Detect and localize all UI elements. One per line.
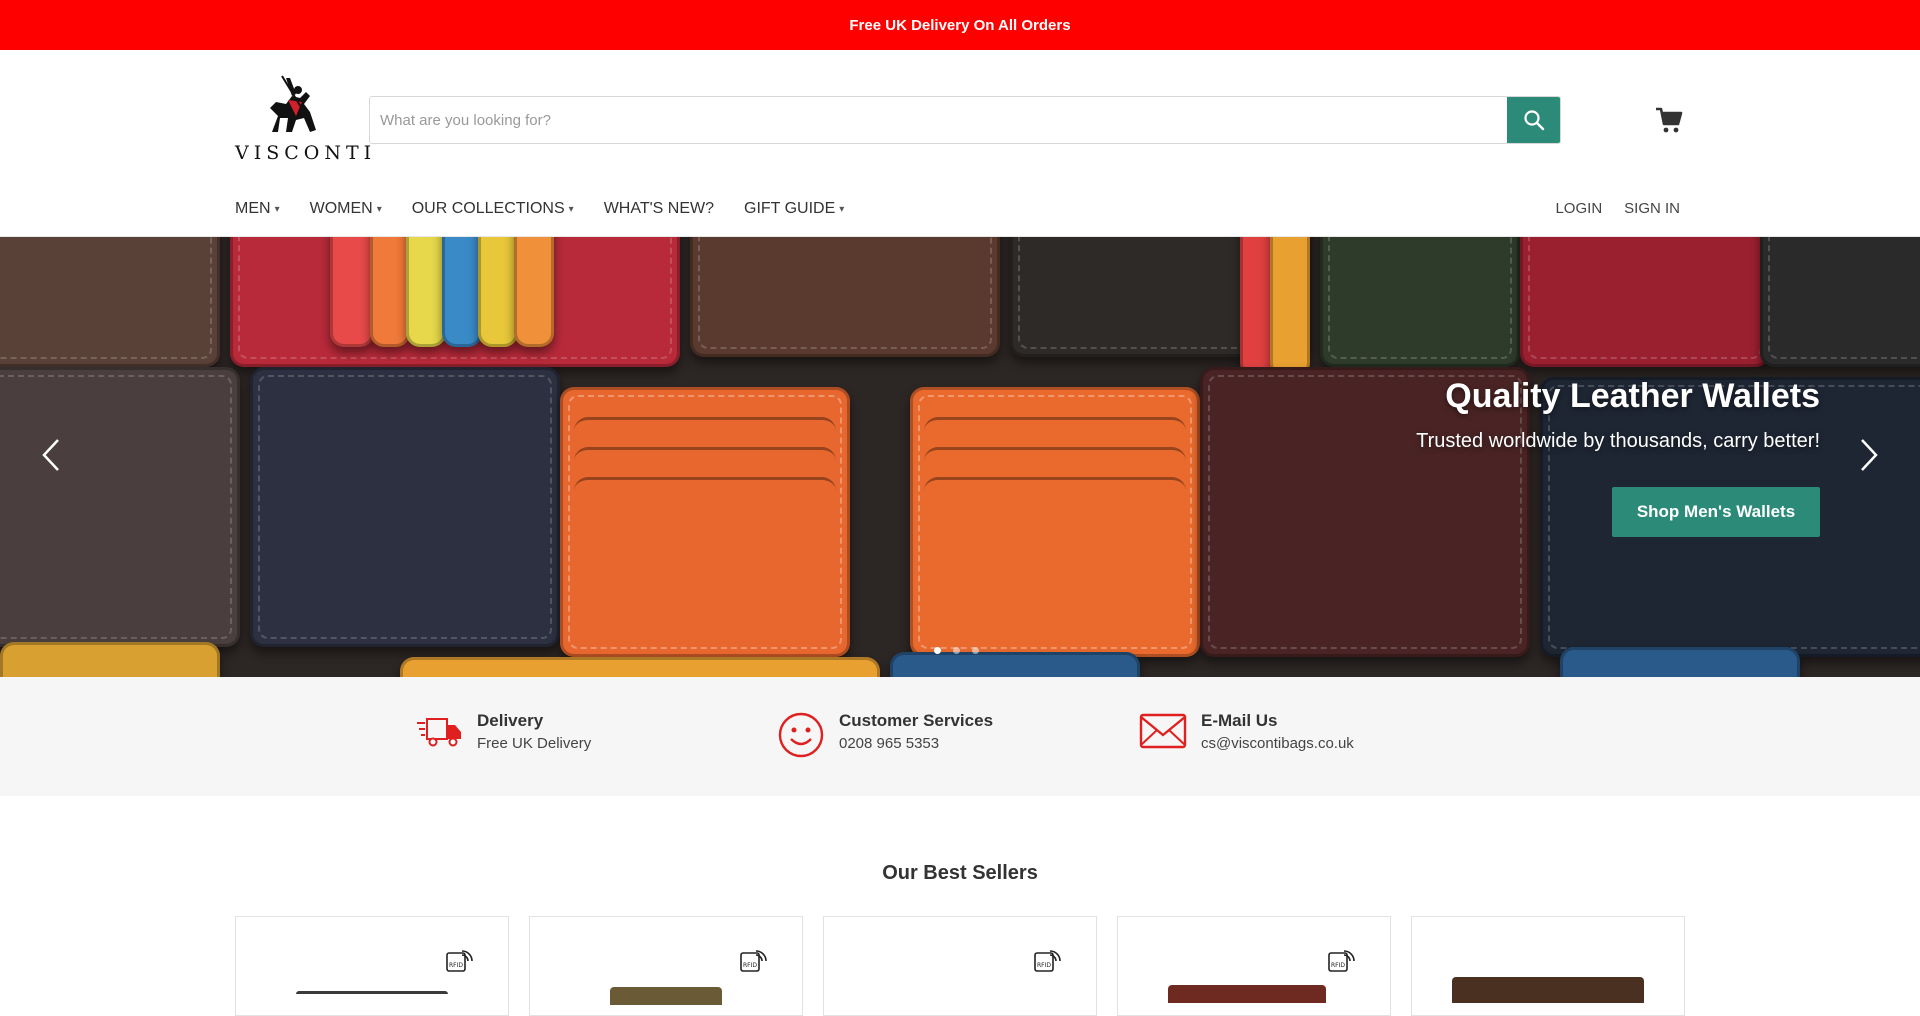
feature-email: E-Mail Us cs@viscontibags.co.uk — [1139, 711, 1354, 752]
rfid-icon: RFID — [446, 950, 473, 972]
rfid-icon: RFID — [740, 950, 767, 972]
product-card[interactable]: RFID — [529, 916, 803, 1016]
hero-image — [400, 657, 880, 677]
hero-image — [478, 237, 518, 347]
hero-image — [370, 237, 410, 347]
product-image — [1168, 985, 1326, 1003]
product-image — [1452, 977, 1644, 1003]
chevron-left-icon — [42, 439, 59, 471]
hero-image — [1520, 237, 1770, 367]
site-header: VISCONTI MEN ▾ WOMEN ▾ OUR COLLECTIONS — [0, 50, 1920, 237]
product-card[interactable] — [1411, 916, 1685, 1016]
logo[interactable]: VISCONTI — [235, 72, 377, 172]
hero-image — [514, 237, 554, 347]
nav-item-label: GIFT GUIDE — [744, 200, 836, 217]
chevron-down-icon: ▾ — [839, 203, 845, 215]
nav-item-women[interactable]: WOMEN ▾ — [310, 200, 382, 218]
search-button[interactable] — [1507, 97, 1560, 143]
hero-title: Quality Leather Wallets — [1445, 377, 1820, 415]
chevron-down-icon: ▾ — [568, 203, 574, 215]
search-icon — [1523, 110, 1544, 131]
rfid-icon: RFID — [1034, 950, 1061, 972]
hero-image — [1320, 237, 1520, 367]
feature-subtitle: Free UK Delivery — [477, 735, 592, 752]
nav-item-label: MEN — [235, 200, 271, 217]
rfid-icon: RFID — [1328, 950, 1355, 972]
signin-link[interactable]: SIGN IN — [1624, 200, 1680, 217]
feature-subtitle: 0208 965 5353 — [839, 735, 940, 752]
knight-logo-icon — [270, 75, 316, 132]
delivery-truck-icon — [417, 718, 461, 747]
announcement-text: Free UK Delivery On All Orders — [849, 16, 1071, 34]
hero-image — [0, 237, 220, 367]
hero-image — [330, 237, 374, 347]
smiley-icon — [778, 712, 824, 758]
slide-indicators — [934, 647, 979, 654]
hero-image — [560, 387, 850, 657]
slide-dot[interactable] — [953, 647, 960, 654]
feature-title: Customer Services — [839, 711, 994, 730]
nav-item-label: WHAT'S NEW? — [603, 200, 714, 217]
feature-title: Delivery — [477, 711, 544, 730]
feature-customer-services: Customer Services 0208 965 5353 — [777, 711, 993, 759]
product-card[interactable]: RFID — [235, 916, 509, 1016]
product-grid: RFID RFID RFID RFID — [235, 916, 1685, 1016]
envelope-icon — [1139, 713, 1187, 749]
hero-image — [1760, 237, 1920, 367]
hero-image — [250, 367, 560, 647]
main-nav: MEN ▾ WOMEN ▾ OUR COLLECTIONS ▾ WHAT'S N… — [235, 200, 844, 218]
account-links: LOGIN SIGN IN — [1555, 200, 1680, 217]
cart-button[interactable] — [1654, 105, 1686, 137]
hero-image — [406, 237, 446, 347]
feature-delivery: Delivery Free UK Delivery — [415, 711, 591, 752]
svg-text:RFID: RFID — [1331, 962, 1345, 969]
chevron-down-icon: ▾ — [376, 203, 382, 215]
hero-image — [1270, 237, 1310, 377]
hero-image — [1560, 647, 1800, 677]
nav-item-label: OUR COLLECTIONS — [411, 200, 565, 217]
hero-image — [442, 237, 482, 347]
product-image — [610, 987, 722, 1005]
nav-item-gift-guide[interactable]: GIFT GUIDE ▾ — [744, 200, 844, 218]
nav-item-whats-new[interactable]: WHAT'S NEW? — [604, 200, 714, 218]
hero-subtitle: Trusted worldwide by thousands, carry be… — [1416, 430, 1820, 452]
svg-text:RFID: RFID — [743, 962, 757, 969]
cart-icon — [1656, 107, 1683, 133]
hero-slider: Quality Leather Wallets Trusted worldwid… — [0, 237, 1920, 677]
product-card[interactable]: RFID — [1117, 916, 1391, 1016]
hero-prev-button[interactable] — [40, 437, 62, 482]
slide-dot[interactable] — [972, 647, 979, 654]
hero-image — [890, 652, 1140, 677]
hero-image — [910, 387, 1200, 657]
hero-image — [0, 642, 220, 677]
nav-item-men[interactable]: MEN ▾ — [235, 200, 280, 218]
hero-next-button[interactable] — [1858, 437, 1880, 482]
chevron-down-icon: ▾ — [274, 203, 280, 215]
nav-item-our-collections[interactable]: OUR COLLECTIONS ▾ — [412, 200, 574, 218]
search-input[interactable] — [370, 97, 1507, 143]
chevron-right-icon — [1861, 439, 1878, 471]
feature-subtitle: cs@viscontibags.co.uk — [1201, 735, 1354, 752]
slide-dot[interactable] — [934, 647, 941, 654]
svg-text:RFID: RFID — [449, 962, 463, 969]
logo-wordmark: VISCONTI — [235, 142, 377, 164]
product-card[interactable]: RFID — [823, 916, 1097, 1016]
svg-text:RFID: RFID — [1037, 962, 1051, 969]
shop-mens-wallets-button[interactable]: Shop Men's Wallets — [1612, 487, 1820, 537]
login-link[interactable]: LOGIN — [1555, 200, 1602, 217]
feature-title: E-Mail Us — [1201, 711, 1278, 730]
hero-image — [0, 367, 240, 647]
announcement-bar: Free UK Delivery On All Orders — [0, 0, 1920, 50]
search-bar — [369, 96, 1561, 144]
features-bar: Delivery Free UK Delivery Customer Servi… — [0, 677, 1920, 796]
nav-item-label: WOMEN — [309, 200, 373, 217]
hero-image — [690, 237, 1000, 357]
section-title: Our Best Sellers — [882, 862, 1038, 884]
